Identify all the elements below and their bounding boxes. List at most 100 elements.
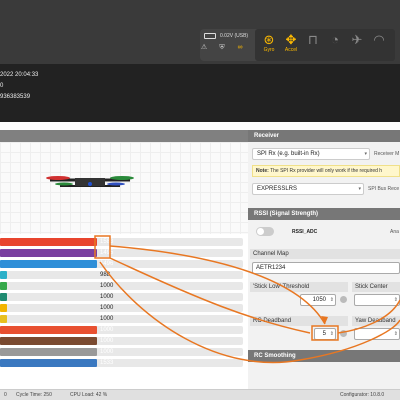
preview-title-bar bbox=[0, 130, 248, 142]
channel-value: 1000 bbox=[100, 283, 114, 289]
stick-low-value: 1050 bbox=[312, 297, 326, 303]
channel-bar: 1000 bbox=[0, 348, 243, 356]
stick-low-header: 'Stick Low' Threshold bbox=[250, 282, 348, 292]
gyro-icon: ⊛ bbox=[263, 32, 275, 47]
rssi-adc-toggle[interactable] bbox=[256, 227, 274, 236]
channel-bar: 1000 bbox=[0, 337, 243, 345]
channel-bar: 1000 bbox=[0, 315, 243, 323]
shield-icon: ⛨ bbox=[219, 44, 225, 51]
note-text: The SPI Rx provider will only work if th… bbox=[268, 168, 383, 174]
channel-bar-fill bbox=[0, 326, 98, 334]
channel-value: 1000 bbox=[100, 327, 114, 333]
sensor-baro: ◔ bbox=[324, 32, 346, 58]
baro-icon: ◔ bbox=[331, 32, 339, 47]
note-bold: Note: bbox=[256, 168, 269, 174]
channel-value: 1000 bbox=[100, 349, 114, 355]
channel-bar-fill bbox=[0, 271, 8, 279]
channel-value: 1000 bbox=[100, 338, 114, 344]
log-line: 0 bbox=[0, 83, 4, 89]
channel-value: 1533 bbox=[100, 360, 114, 366]
rssi-side-label: Ana bbox=[390, 229, 399, 235]
spinner-icon: ⇕ bbox=[393, 331, 398, 337]
status-cpu-load: CPU Load: 42 % bbox=[70, 392, 108, 398]
spi-bus-label: SPI Bus Rece bbox=[368, 186, 400, 192]
receiver-title: Receiver bbox=[248, 130, 400, 142]
chevron-down-icon: ▾ bbox=[364, 151, 367, 157]
rc-deadband-value: 5 bbox=[322, 331, 326, 337]
channel-bar: 988 bbox=[0, 271, 243, 279]
toggle-knob bbox=[257, 228, 264, 235]
channel-bar-fill bbox=[0, 337, 98, 345]
battery-voltage: 0.02V (USB) bbox=[220, 33, 249, 39]
log-panel: 2022 20:04:33 0 936383539 bbox=[0, 64, 400, 122]
sensor-gyro: ⊛ Gyro bbox=[258, 32, 280, 58]
yaw-deadband-header: Yaw Deadband bbox=[352, 316, 400, 326]
stick-low-input[interactable]: 1050 ⇕ bbox=[300, 294, 336, 306]
stick-center-input[interactable]: ⇕ bbox=[354, 294, 400, 306]
warning-icon: ⚠ bbox=[200, 44, 208, 51]
spinner-icon: ⇕ bbox=[329, 297, 334, 303]
spi-note: Note: The SPI Rx provider will only work… bbox=[252, 165, 400, 177]
channel-bar-fill bbox=[0, 359, 98, 367]
channel-bar-fill bbox=[0, 282, 8, 290]
rssi-title: RSSI (Signal Strength) bbox=[248, 208, 400, 220]
status-first: 0 bbox=[4, 392, 7, 398]
receiver-provider-select[interactable]: SPI Rx (e.g. built-in Rx) ▾ bbox=[252, 148, 370, 160]
channel-value: 1000 bbox=[100, 305, 114, 311]
help-icon[interactable] bbox=[340, 296, 347, 303]
channel-value: 988 bbox=[100, 272, 111, 278]
channel-bar-fill bbox=[0, 260, 98, 268]
channel-map-input[interactable]: AETR1234 bbox=[252, 262, 400, 274]
battery-icon bbox=[204, 33, 216, 39]
spinner-icon: ⇕ bbox=[329, 331, 334, 337]
top-header: 0.02V (USB) ⚠ ⛨ ∞ ⊛ Gyro ✥ Accel ⊓ ◔ ✈ ◠ bbox=[0, 0, 400, 64]
log-line: 936383539 bbox=[0, 94, 31, 100]
model-preview bbox=[0, 142, 248, 234]
channel-bar: 1000 bbox=[0, 282, 243, 290]
channel-bars: 1583 1495 1496 988 1000 1000 1000 1000 1000 1000 1… bbox=[0, 236, 248, 370]
channel-value: 1000 bbox=[100, 316, 114, 322]
sensor-sonar: ◠ bbox=[368, 32, 390, 58]
yaw-deadband-input[interactable]: ⇕ bbox=[354, 328, 400, 340]
channel-bar-fill bbox=[0, 249, 98, 257]
channel-bar-fill bbox=[0, 238, 98, 246]
log-line: 2022 20:04:33 bbox=[0, 72, 39, 78]
gps-icon: ✈ bbox=[351, 32, 363, 47]
channel-bar: 1533 bbox=[0, 359, 243, 367]
rc-deadband-header: RC Deadband bbox=[250, 316, 348, 326]
sensor-gps: ✈ bbox=[346, 32, 368, 58]
channel-bar: 1000 bbox=[0, 293, 243, 301]
spi-bus-select[interactable]: EXPRESSLRS ▾ bbox=[252, 183, 364, 195]
sensor-accel-label: Accel bbox=[284, 47, 298, 53]
accel-icon: ✥ bbox=[285, 32, 297, 47]
sensor-mag: ⊓ bbox=[302, 32, 324, 58]
sensor-gyro-label: Gyro bbox=[263, 47, 275, 53]
receiver-mode-label: Receiver M bbox=[374, 151, 400, 157]
channel-value: 1495 bbox=[100, 250, 114, 256]
channel-bar-fill bbox=[0, 304, 8, 312]
help-icon[interactable] bbox=[340, 330, 347, 337]
channel-value: 1496 bbox=[100, 261, 114, 267]
status-configurator: Configurator: 10.8.0 bbox=[340, 392, 385, 398]
channel-bar: 1000 bbox=[0, 326, 243, 334]
channel-map-header: Channel Map bbox=[250, 249, 400, 259]
rc-deadband-input[interactable]: 5 ⇕ bbox=[314, 328, 336, 340]
receiver-provider-value: SPI Rx (e.g. built-in Rx) bbox=[257, 151, 320, 157]
rssi-adc-label: RSSI_ADC bbox=[292, 229, 318, 235]
channel-bar: 1000 bbox=[0, 304, 243, 312]
status-bar: 0 Cycle Time: 250 CPU Load: 42 % Configu… bbox=[0, 389, 400, 400]
app-window: 0.02V (USB) ⚠ ⛨ ∞ ⊛ Gyro ✥ Accel ⊓ ◔ ✈ ◠ bbox=[0, 0, 400, 400]
channel-bar: 1583 bbox=[0, 238, 243, 246]
channel-bar-fill bbox=[0, 348, 98, 356]
chevron-down-icon: ▾ bbox=[358, 186, 361, 192]
spi-bus-value: EXPRESSLRS bbox=[257, 186, 298, 192]
sensor-accel: ✥ Accel bbox=[280, 32, 302, 58]
mag-icon: ⊓ bbox=[307, 32, 319, 47]
channel-bar-fill bbox=[0, 315, 8, 323]
stick-center-header: Stick Center bbox=[352, 282, 400, 292]
rc-smoothing-title: RC Smoothing bbox=[248, 350, 400, 362]
sonar-icon: ◠ bbox=[373, 32, 385, 47]
status-cycle-time: Cycle Time: 250 bbox=[16, 392, 52, 398]
spinner-icon: ⇕ bbox=[393, 297, 398, 303]
channel-bar: 1495 bbox=[0, 249, 243, 257]
